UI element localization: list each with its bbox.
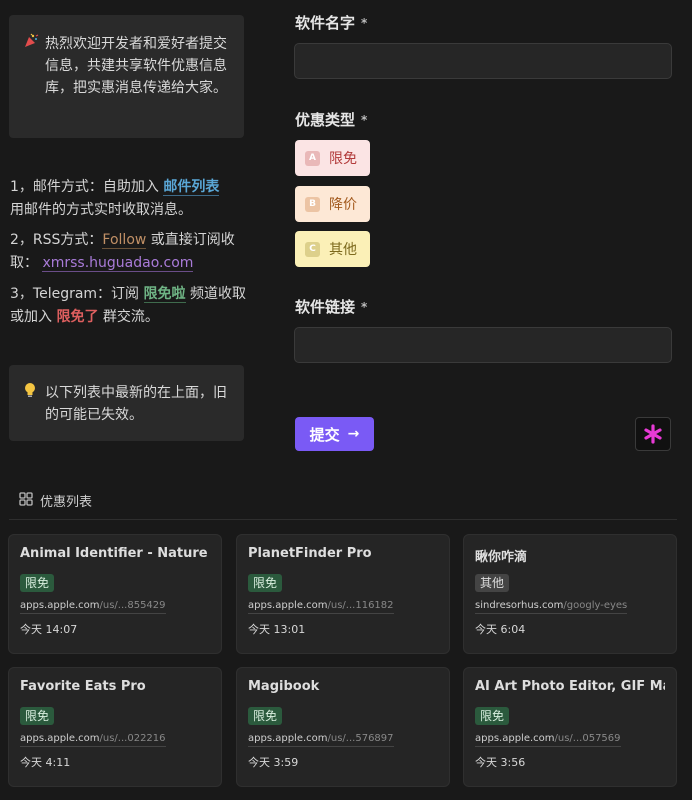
card-tag: 限免 <box>248 574 283 592</box>
card-url-host: apps.apple.com <box>475 733 555 744</box>
telegram-suffix: 群交流。 <box>98 309 159 325</box>
option-free[interactable]: A 限免 <box>295 140 370 176</box>
software-name-input[interactable] <box>294 43 672 79</box>
card-url-path: /us/...576897 <box>327 733 394 744</box>
card-title: Animal Identifier - Nature ID <box>20 546 210 561</box>
card-item[interactable]: Animal Identifier - Nature ID 限免 apps.appl… <box>8 534 222 654</box>
card-title: PlanetFinder Pro <box>248 546 372 561</box>
mail-list-link[interactable]: 邮件列表 <box>163 179 220 196</box>
rss-url-link[interactable]: xmrss.huguadao.com <box>42 255 194 272</box>
mail-subscribe-info: 1，邮件方式：自助加入 邮件列表 用邮件的方式实时收取消息。 <box>10 176 250 222</box>
welcome-callout: 热烈欢迎开发者和爱好者提交信息，共建共享软件优惠信息库，把实惠消息传递给大家。 <box>9 15 244 138</box>
software-link-input[interactable] <box>294 327 672 363</box>
notice-text: 以下列表中最新的在上面，旧的可能已失效。 <box>45 385 227 423</box>
card-url[interactable]: apps.apple.com/us/...576897 <box>248 732 394 747</box>
card-time: 今天 13:01 <box>248 623 306 636</box>
card-time: 今天 6:04 <box>475 623 526 636</box>
lightbulb-icon <box>23 382 45 425</box>
telegram-subscribe-info: 3，Telegram：订阅 限免啦 频道收取或加入 限免了 群交流。 <box>10 283 250 329</box>
card-url-host: apps.apple.com <box>248 600 328 611</box>
follow-link[interactable]: Follow <box>102 232 147 249</box>
card-time: 今天 14:07 <box>20 623 78 636</box>
card-url[interactable]: apps.apple.com/us/...855429 <box>20 599 166 614</box>
required-mark: * <box>361 300 368 314</box>
party-popper-icon <box>23 33 45 122</box>
card-tag: 限免 <box>248 707 283 725</box>
card-url[interactable]: apps.apple.com/us/...057569 <box>475 732 621 747</box>
option-label: 其他 <box>329 242 357 258</box>
card-tag: 限免 <box>20 574 55 592</box>
asterisk-icon <box>644 424 662 444</box>
telegram-channel-link[interactable]: 限免啦 <box>143 286 186 303</box>
arrow-right-icon: → <box>347 426 360 442</box>
card-tag: 限免 <box>20 707 55 725</box>
card-url-path: /us/...855429 <box>99 600 166 611</box>
notice-callout: 以下列表中最新的在上面，旧的可能已失效。 <box>9 365 244 441</box>
mail-suffix: 用邮件的方式实时收取消息。 <box>10 202 192 218</box>
card-title: AI Art Photo Editor, GIF Maker <box>475 679 665 694</box>
card-item[interactable]: Magibook 限免 apps.apple.com/us/...576897 今天 … <box>236 667 450 787</box>
card-url[interactable]: apps.apple.com/us/...022216 <box>20 732 166 747</box>
telegram-prefix: 3，Telegram：订阅 <box>10 286 144 302</box>
mail-prefix: 1，邮件方式：自助加入 <box>10 179 164 195</box>
option-key-b: B <box>305 196 320 212</box>
list-title-text: 优惠列表 <box>40 495 93 510</box>
card-title: Favorite Eats Pro <box>20 679 146 694</box>
card-url-host: apps.apple.com <box>248 733 328 744</box>
submit-button[interactable]: 提交 → <box>295 417 374 451</box>
telegram-group-link[interactable]: 限免了 <box>56 309 98 325</box>
card-time: 今天 3:56 <box>475 756 526 769</box>
card-item[interactable]: PlanetFinder Pro 限免 apps.apple.com/us/...1… <box>236 534 450 654</box>
card-tag: 限免 <box>475 707 510 725</box>
card-item[interactable]: AI Art Photo Editor, GIF Maker 限免 apps.app… <box>463 667 677 787</box>
option-other[interactable]: C 其他 <box>295 231 370 267</box>
card-url-path: /googly-eyes <box>563 600 628 611</box>
card-url-path: /us/...057569 <box>554 733 621 744</box>
list-divider <box>9 519 677 520</box>
option-price-drop[interactable]: B 降价 <box>295 186 370 222</box>
card-time: 今天 4:11 <box>20 756 71 769</box>
rss-subscribe-info: 2，RSS方式：Follow 或直接订阅收取： xmrss.huguadao.c… <box>10 229 250 275</box>
card-url-path: /us/...116182 <box>327 600 394 611</box>
welcome-text: 热烈欢迎开发者和爱好者提交信息，共建共享软件优惠信息库，把实惠消息传递给大家。 <box>45 36 227 96</box>
card-url-host: apps.apple.com <box>20 600 100 611</box>
card-title: Magibook <box>248 679 320 694</box>
card-url[interactable]: apps.apple.com/us/...116182 <box>248 599 394 614</box>
card-time: 今天 3:59 <box>248 756 299 769</box>
card-url-host: sindresorhus.com <box>475 600 564 611</box>
option-key-c: C <box>305 241 320 257</box>
option-label: 降价 <box>329 197 357 213</box>
software-name-label: 软件名字 * <box>295 14 368 32</box>
gallery-grid-icon <box>19 491 33 510</box>
option-label: 限免 <box>329 151 357 167</box>
software-link-label: 软件链接 * <box>295 298 368 316</box>
rss-prefix: 2，RSS方式： <box>10 232 103 248</box>
card-url-path: /us/...022216 <box>99 733 166 744</box>
asterisk-button[interactable] <box>635 417 671 451</box>
card-title: 瞅你咋滴 <box>475 550 528 564</box>
card-tag: 其他 <box>475 574 510 592</box>
submit-label: 提交 <box>309 425 340 444</box>
required-mark: * <box>361 113 368 127</box>
card-item[interactable]: 瞅你咋滴其他 sindresorhus.com/googly-eyes 今天 6:0… <box>463 534 677 654</box>
card-url[interactable]: sindresorhus.com/googly-eyes <box>475 599 628 614</box>
option-key-a: A <box>305 150 320 166</box>
required-mark: * <box>361 16 368 30</box>
card-url-host: apps.apple.com <box>20 733 100 744</box>
list-title: 优惠列表 <box>19 491 92 510</box>
discount-type-label: 优惠类型 * <box>295 111 368 129</box>
card-item[interactable]: Favorite Eats Pro 限免 apps.apple.com/us/...… <box>8 667 222 787</box>
